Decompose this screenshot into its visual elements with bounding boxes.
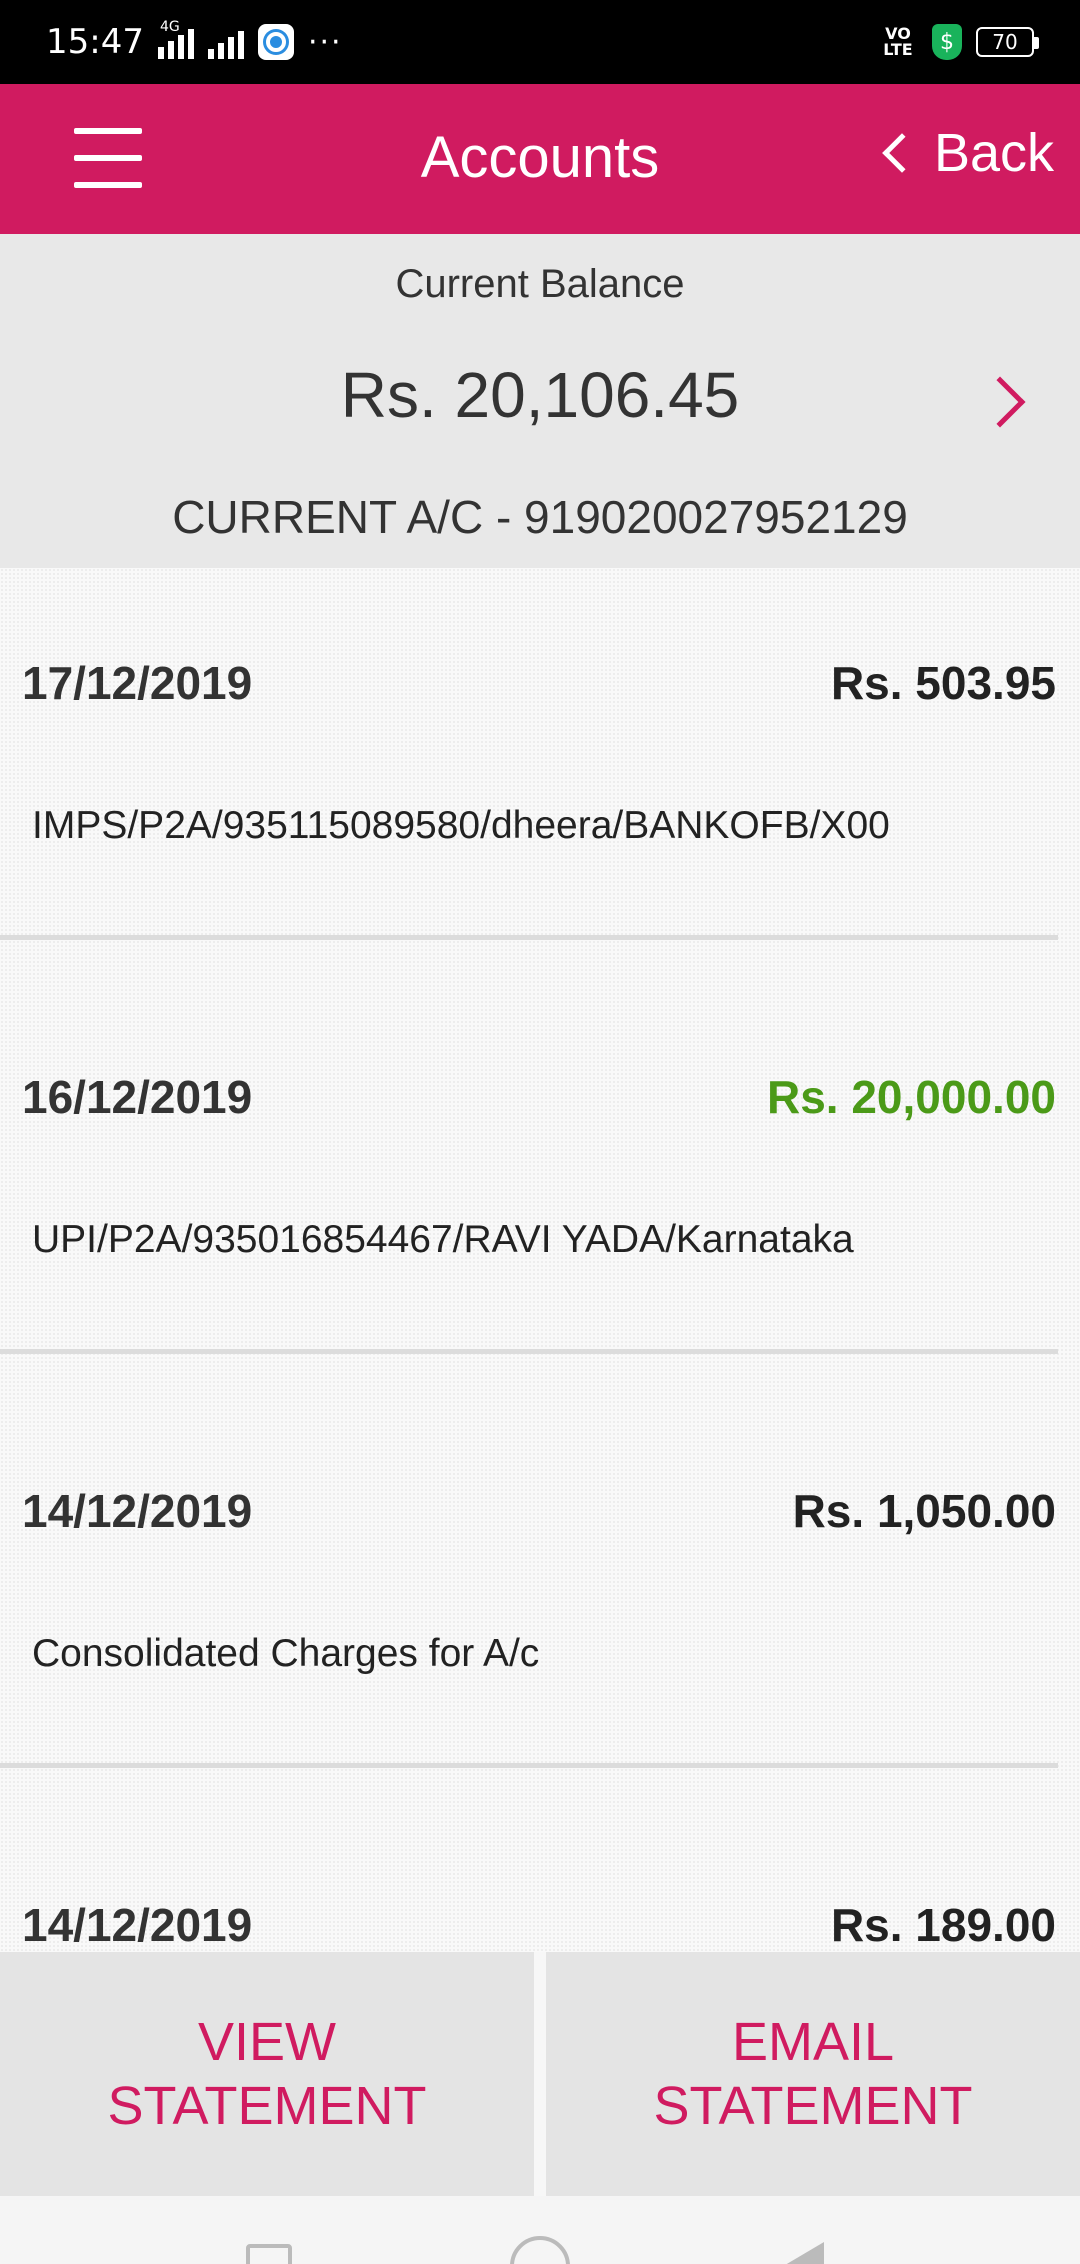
transaction-item[interactable]: 14/12/2019 Rs. 1,050.00 Consolidated Cha… bbox=[0, 1396, 1080, 1810]
system-nav-bar bbox=[0, 2196, 1080, 2264]
transaction-amount: Rs. 1,050.00 bbox=[792, 1485, 1056, 1537]
transaction-list[interactable]: 17/12/2019 Rs. 503.95 IMPS/P2A/935115089… bbox=[0, 568, 1080, 1952]
balance-amount: Rs. 20,106.45 bbox=[340, 359, 740, 431]
recent-apps-icon[interactable] bbox=[246, 2244, 292, 2264]
view-statement-label-line1: VIEW bbox=[197, 2012, 336, 2072]
view-statement-button[interactable]: VIEW STATEMENT bbox=[0, 1952, 534, 2196]
statement-actions: VIEW STATEMENT EMAIL STATEMENT bbox=[0, 1952, 1080, 2196]
app-header: Accounts Back bbox=[0, 84, 1080, 234]
balance-label: Current Balance bbox=[395, 262, 685, 306]
email-statement-button[interactable]: EMAIL STATEMENT bbox=[546, 1952, 1080, 2196]
home-icon[interactable] bbox=[510, 2236, 570, 2264]
transaction-description: Consolidated Charges for A/c bbox=[32, 1632, 540, 1675]
balance-panel[interactable]: Current Balance Rs. 20,106.45 CURRENT A/… bbox=[0, 234, 1080, 568]
email-statement-label-line1: EMAIL bbox=[731, 2012, 895, 2072]
transaction-amount: Rs. 189.00 bbox=[830, 1899, 1056, 1951]
divider bbox=[0, 935, 1058, 940]
transaction-date: 17/12/2019 bbox=[22, 657, 253, 709]
chevron-left-icon bbox=[882, 133, 922, 173]
status-bar: 15:47 4G ··· VO LTE $ 70 bbox=[0, 0, 1080, 84]
transaction-date: 14/12/2019 bbox=[22, 1899, 253, 1951]
transaction-date: 14/12/2019 bbox=[22, 1485, 253, 1537]
account-number: CURRENT A/C - 919020027952129 bbox=[172, 491, 908, 543]
divider bbox=[0, 1763, 1058, 1768]
status-time: 15:47 bbox=[46, 22, 144, 62]
shield-icon: $ bbox=[932, 24, 962, 60]
back-label: Back bbox=[933, 123, 1054, 183]
second-signal-icon bbox=[207, 25, 244, 59]
back-nav-icon[interactable] bbox=[780, 2242, 824, 2264]
transaction-item[interactable]: 16/12/2019 Rs. 20,000.00 UPI/P2A/9350168… bbox=[0, 982, 1080, 1396]
transaction-description: IMPS/P2A/935115089580/dheera/BANKOFB/X00 bbox=[32, 804, 890, 847]
network-type-label: 4G bbox=[159, 19, 180, 35]
divider bbox=[0, 1349, 1058, 1354]
transaction-amount: Rs. 503.95 bbox=[830, 657, 1056, 709]
mobile-signal-icon: 4G bbox=[157, 19, 194, 59]
transaction-item[interactable]: 17/12/2019 Rs. 503.95 IMPS/P2A/935115089… bbox=[0, 568, 1080, 982]
transaction-date: 16/12/2019 bbox=[22, 1071, 253, 1123]
transaction-amount: Rs. 20,000.00 bbox=[766, 1071, 1056, 1123]
volte-icon: VO LTE bbox=[883, 24, 913, 59]
view-statement-label-line2: STATEMENT bbox=[107, 2076, 427, 2136]
back-button[interactable]: Back bbox=[882, 122, 1054, 184]
app-notification-icon bbox=[257, 24, 294, 60]
battery-icon: 70 bbox=[976, 27, 1039, 57]
email-statement-label-line2: STATEMENT bbox=[653, 2076, 973, 2136]
more-notifications-icon: ··· bbox=[307, 24, 343, 60]
transaction-description: UPI/P2A/935016854467/RAVI YADA/Karnataka bbox=[32, 1218, 854, 1261]
transaction-item[interactable]: 14/12/2019 Rs. 189.00 bbox=[0, 1810, 1080, 1952]
